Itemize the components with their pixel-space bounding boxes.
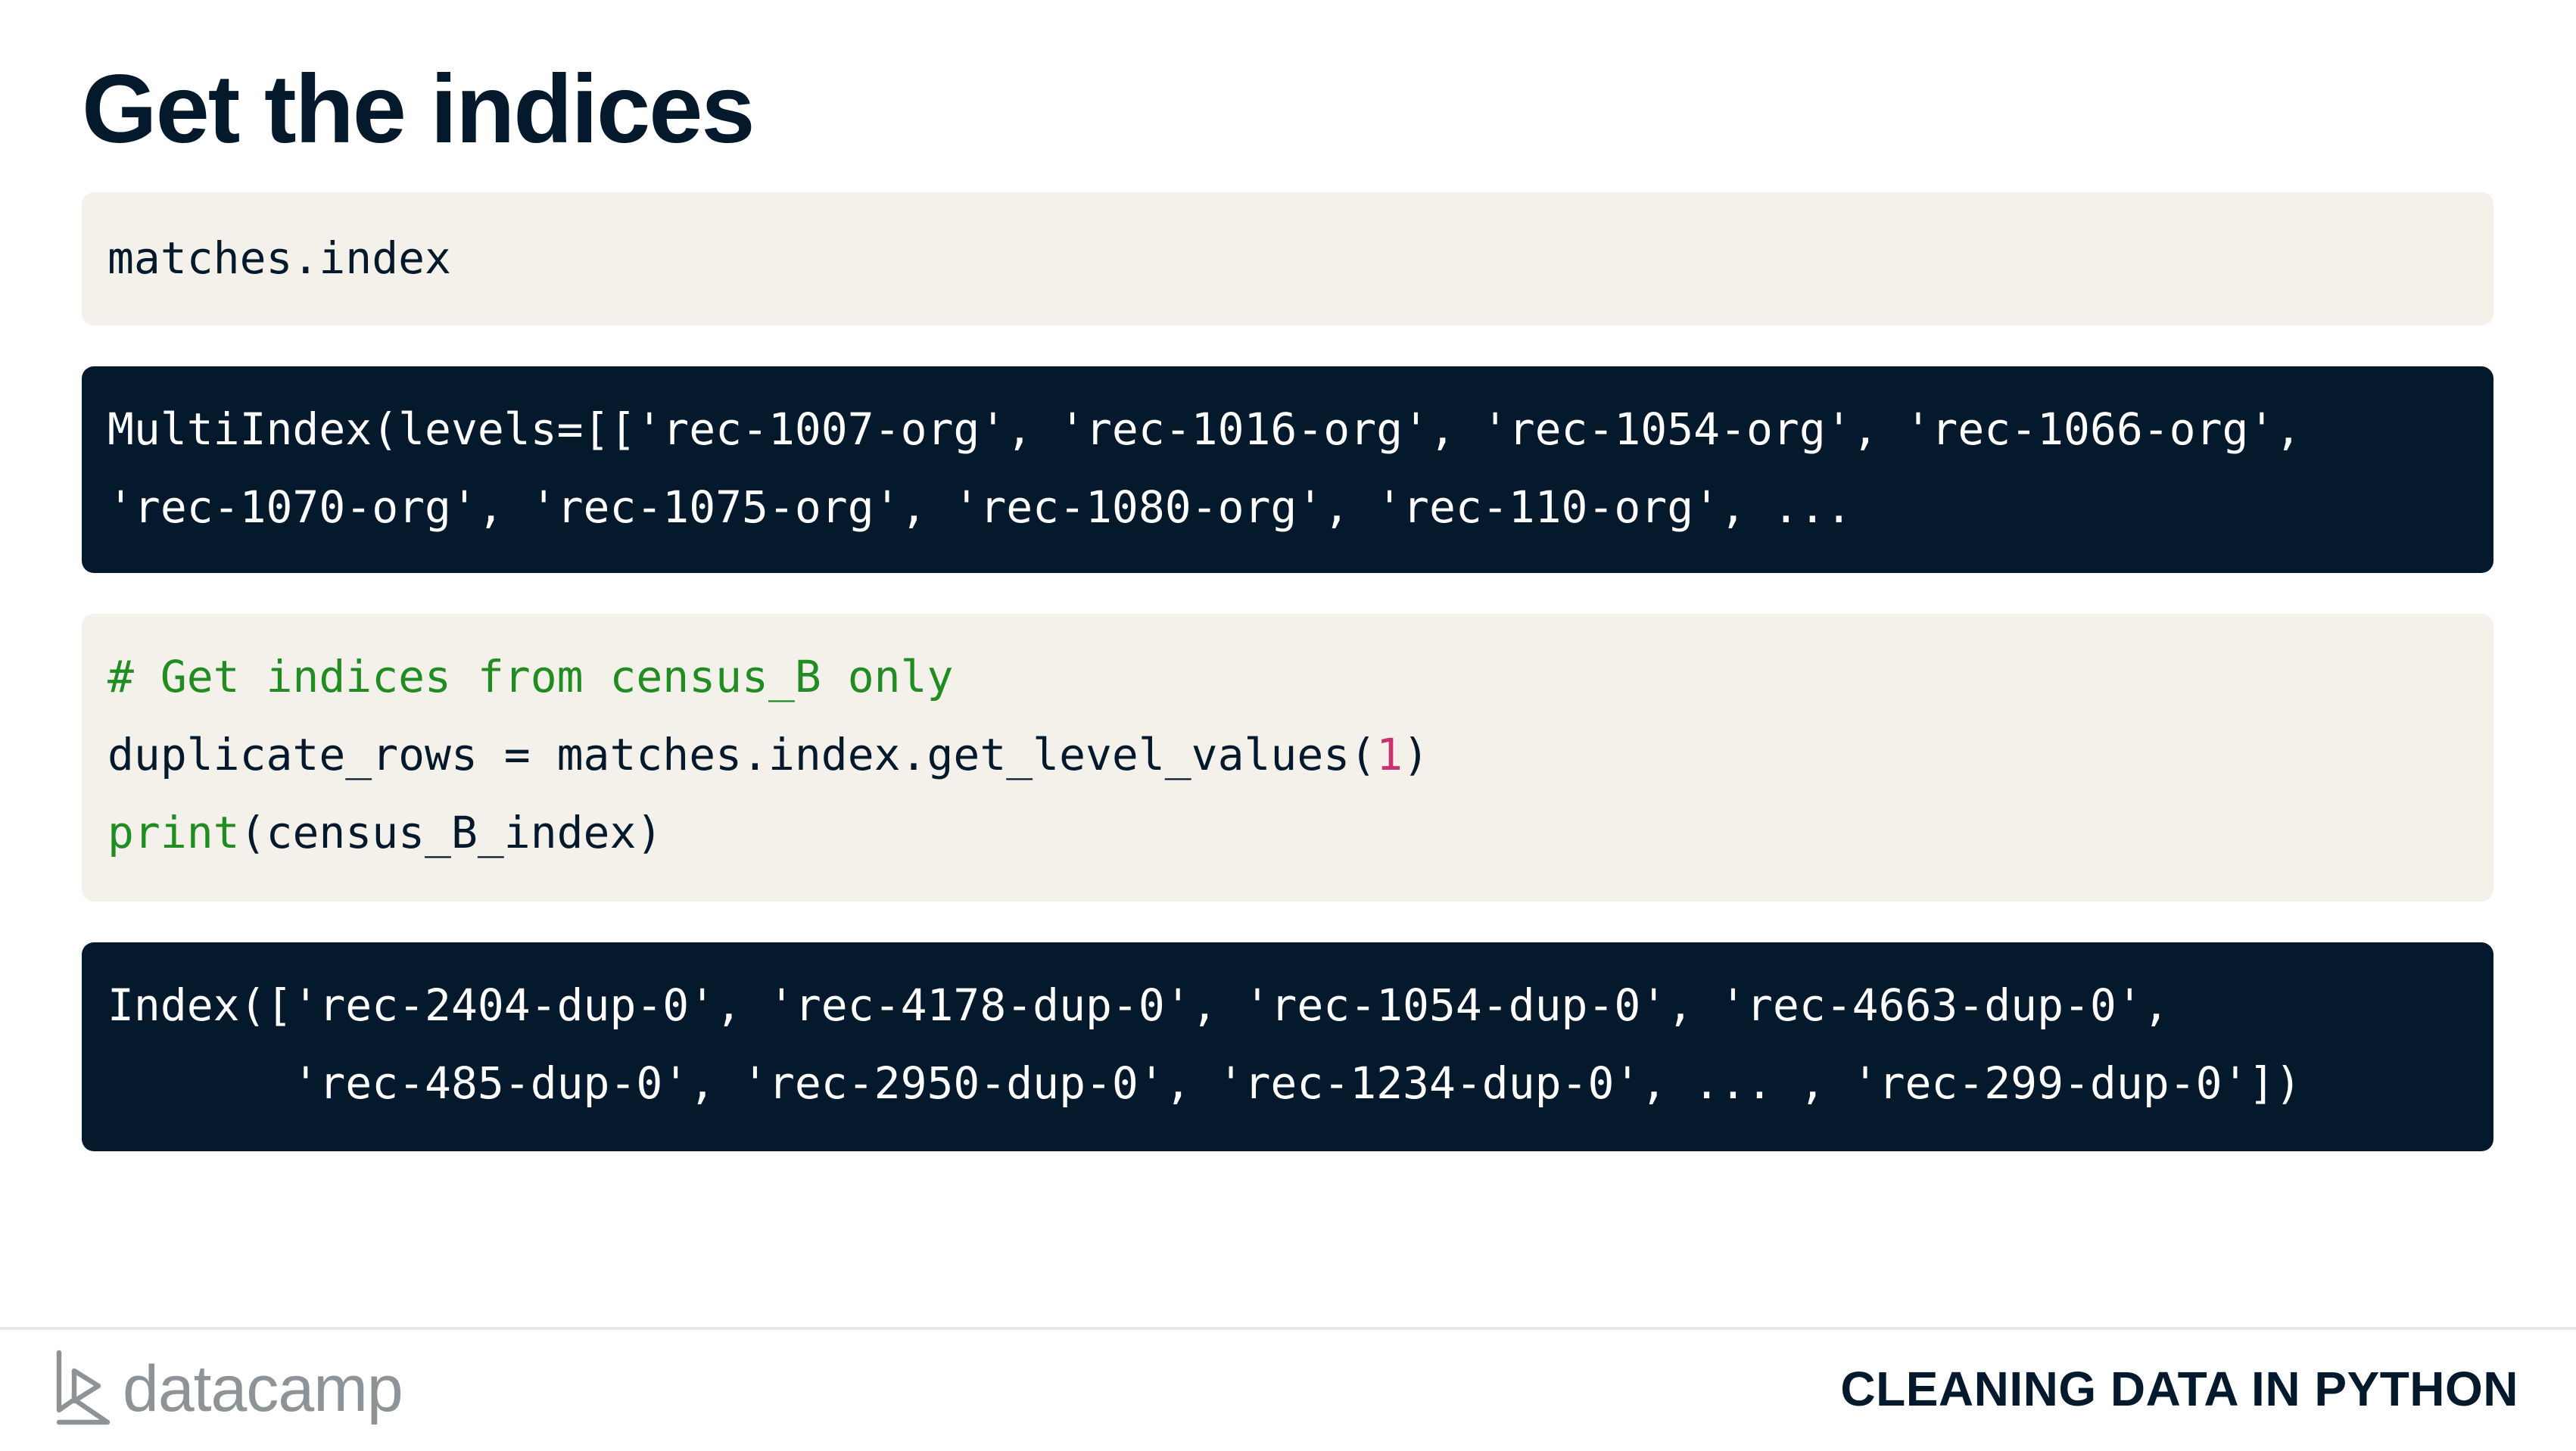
code-line: 'rec-485-dup-0', 'rec-2950-dup-0', 'rec-…: [107, 1045, 2468, 1123]
brand-name: datacamp: [123, 1353, 403, 1425]
code-token-comment: # Get indices from census_B only: [107, 651, 954, 702]
code-token-plain: (census_B_index): [239, 807, 663, 858]
code-token-plain: duplicate_rows = matches.index.get_level…: [107, 729, 1377, 780]
datacamp-logo: datacamp: [53, 1347, 403, 1431]
code-line: Index(['rec-2404-dup-0', 'rec-4178-dup-0…: [107, 967, 2468, 1045]
code-line: # Get indices from census_B only: [107, 638, 2468, 716]
code-line: matches.index: [107, 220, 2468, 297]
code-token-plain: ): [1403, 729, 1429, 780]
slide-title: Get the indices: [82, 55, 755, 163]
datacamp-logo-icon: [56, 1350, 111, 1425]
code-block-input-2: # Get indices from census_B only duplicat…: [82, 614, 2493, 901]
code-block-output-2: Index(['rec-2404-dup-0', 'rec-4178-dup-0…: [82, 942, 2493, 1151]
code-token-plain: MultiIndex(levels=[['rec-1007-org', 'rec…: [107, 403, 2302, 455]
code-token-plain: 'rec-485-dup-0', 'rec-2950-dup-0', 'rec-…: [107, 1057, 2302, 1109]
code-token-plain: Index(['rec-2404-dup-0', 'rec-4178-dup-0…: [107, 979, 2170, 1031]
code-token-plain: matches.index: [107, 232, 451, 284]
code-token-plain: 'rec-1070-org', 'rec-1075-org', 'rec-108…: [107, 481, 1852, 533]
code-token-builtin: print: [107, 807, 240, 858]
code-line: MultiIndex(levels=[['rec-1007-org', 'rec…: [107, 391, 2468, 469]
code-line: 'rec-1070-org', 'rec-1075-org', 'rec-108…: [107, 469, 2468, 546]
code-line: print(census_B_index): [107, 794, 2468, 872]
course-title: CLEANING DATA IN PYTHON: [1840, 1362, 2518, 1416]
code-block-input-1: matches.index: [82, 192, 2493, 325]
code-block-output-1: MultiIndex(levels=[['rec-1007-org', 'rec…: [82, 366, 2493, 573]
code-token-number: 1: [1376, 729, 1403, 780]
code-line: duplicate_rows = matches.index.get_level…: [107, 716, 2468, 794]
footer-divider: [0, 1327, 2576, 1330]
